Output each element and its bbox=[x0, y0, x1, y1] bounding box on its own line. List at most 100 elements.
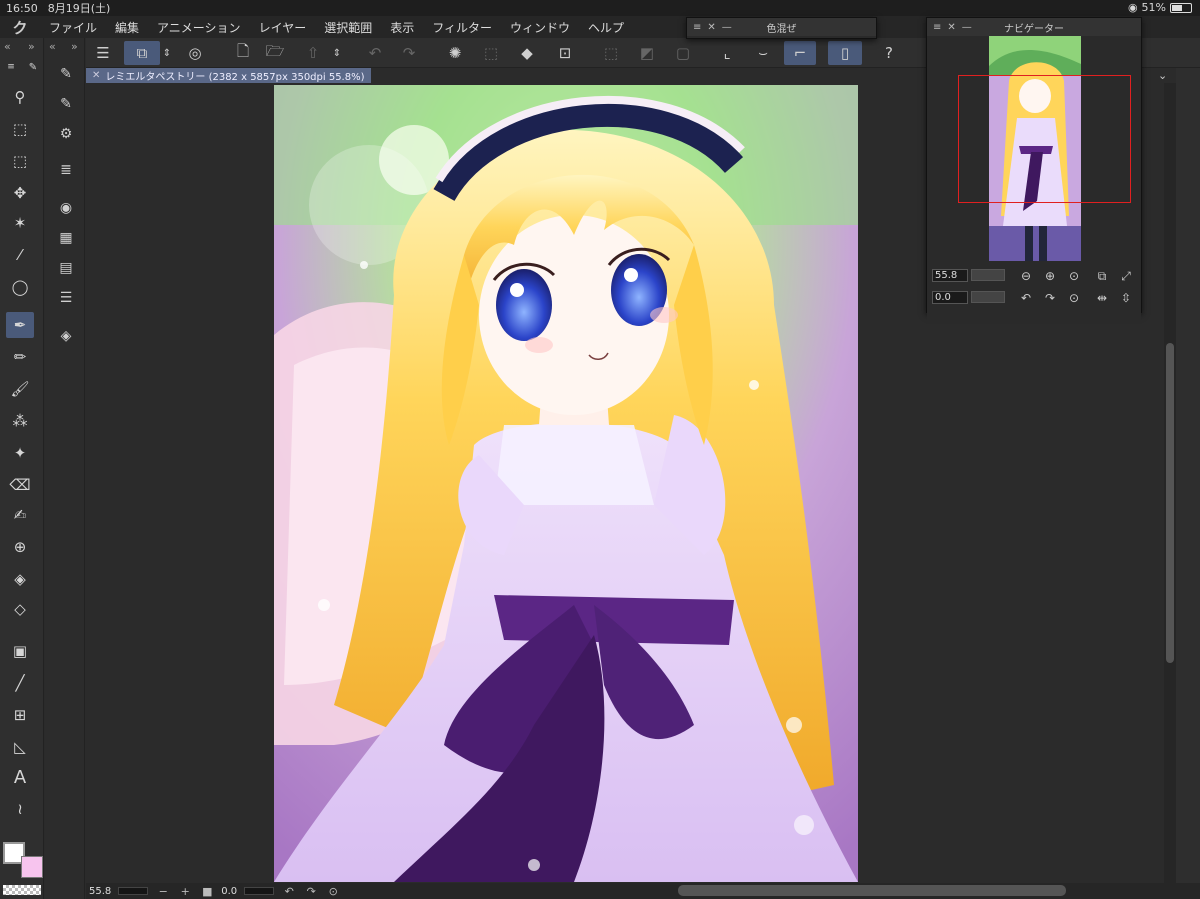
collapse-right-2-icon[interactable]: » bbox=[71, 40, 78, 53]
actual-size-icon[interactable]: ⊙ bbox=[1065, 268, 1083, 284]
animation-cels-icon[interactable]: ☰ bbox=[53, 286, 79, 310]
rotate-field[interactable]: 0.0 bbox=[218, 885, 240, 897]
panel-close-icon[interactable]: ✕ bbox=[707, 22, 715, 33]
help-icon[interactable]: ? bbox=[876, 41, 902, 65]
sub-color-swatch[interactable] bbox=[21, 856, 43, 878]
blend-icon[interactable]: ✍ bbox=[6, 502, 34, 528]
menu-file[interactable]: ファイル bbox=[40, 19, 106, 36]
eraser-icon[interactable]: ⌫ bbox=[6, 472, 34, 498]
nav-zoom-slider[interactable] bbox=[971, 269, 1005, 281]
rotate-right-nav-icon[interactable]: ↷ bbox=[1041, 290, 1059, 306]
fill-bucket-icon[interactable]: ◆ bbox=[514, 41, 540, 65]
ruler-icon[interactable]: ◺ bbox=[6, 734, 34, 760]
swirl-icon[interactable]: ◎ bbox=[182, 41, 208, 65]
fill-eraser-icon[interactable]: ◇ bbox=[6, 596, 34, 622]
horizontal-scroll-thumb[interactable] bbox=[678, 885, 1066, 896]
nav-menu-icon[interactable]: ≡ bbox=[933, 22, 941, 33]
fit-icon[interactable]: ■ bbox=[196, 885, 218, 898]
auto-select-icon[interactable]: ✶ bbox=[6, 210, 34, 236]
chevron-updown-2-icon[interactable]: ⇕ bbox=[330, 41, 344, 65]
zoom-in-button[interactable]: + bbox=[174, 885, 196, 898]
pen-icon[interactable]: ✒ bbox=[6, 312, 34, 338]
balloon-icon[interactable]: ≀ bbox=[6, 796, 34, 822]
layer-move-icon[interactable]: ⧉ bbox=[124, 41, 160, 65]
menu-filter[interactable]: フィルター bbox=[423, 19, 501, 36]
rotate-left-icon[interactable]: ↶ bbox=[278, 885, 300, 898]
move-icon[interactable]: ✥ bbox=[6, 180, 34, 206]
menu-layer[interactable]: レイヤー bbox=[250, 19, 316, 36]
rotate-left-nav-icon[interactable]: ↶ bbox=[1017, 290, 1035, 306]
color-circle-icon[interactable]: ◉ bbox=[53, 196, 79, 220]
redo-icon[interactable]: ↷ bbox=[396, 41, 422, 65]
zoom-in-icon[interactable]: ⊕ bbox=[1041, 268, 1059, 284]
transform-icon[interactable]: ⊡ bbox=[552, 41, 578, 65]
menu-animation[interactable]: アニメーション bbox=[148, 19, 250, 36]
clip-studio-logo-icon[interactable]: ク bbox=[0, 17, 40, 38]
chevron-down-icon[interactable]: ⌄ bbox=[1158, 69, 1167, 82]
brush-size-icon[interactable]: ✎ bbox=[53, 92, 79, 116]
transparent-color-swatch[interactable] bbox=[3, 885, 41, 895]
panel-minimize-icon[interactable]: — bbox=[722, 22, 732, 33]
collapse-right-icon[interactable]: » bbox=[28, 40, 35, 53]
collapse-left-icon[interactable]: « bbox=[4, 40, 11, 53]
snap-special-icon[interactable]: ⌣ bbox=[750, 41, 776, 65]
rotate-slider[interactable] bbox=[244, 887, 275, 895]
palette-menu-icon[interactable]: ≡ bbox=[2, 60, 20, 74]
snap-grid-icon[interactable]: ⌐ bbox=[784, 41, 816, 65]
crop-icon[interactable]: ▢ bbox=[670, 41, 696, 65]
eyedropper-icon[interactable]: ⁄ bbox=[6, 242, 34, 268]
edge-keyboard-icon[interactable]: ▯ bbox=[828, 41, 862, 65]
figure-icon[interactable]: ⊕ bbox=[6, 534, 34, 560]
nav-minimize-icon[interactable]: — bbox=[962, 22, 972, 33]
menu-icon[interactable]: ☰ bbox=[90, 41, 116, 65]
zoom-out-button[interactable]: − bbox=[152, 885, 174, 898]
color-mix-titlebar[interactable]: ≡ ✕ — 色混ぜ bbox=[687, 18, 876, 36]
reset-rotation-icon[interactable]: ⊙ bbox=[322, 885, 344, 898]
airbrush-icon[interactable]: ⁂ bbox=[6, 408, 34, 434]
fill-window-icon[interactable]: ⤢ bbox=[1117, 268, 1135, 284]
zoom-slider[interactable] bbox=[118, 887, 149, 895]
document-tab[interactable]: ✕ レミエルタペストリー (2382 x 5857px 350dpi 55.8%… bbox=[86, 68, 371, 83]
menu-selection[interactable]: 選択範囲 bbox=[315, 19, 381, 36]
layer-icon[interactable]: ◈ bbox=[53, 324, 79, 348]
operation-icon[interactable]: ⬚ bbox=[6, 116, 34, 142]
loading-icon[interactable]: ✺ bbox=[442, 41, 468, 65]
sub-tool-pen-icon[interactable]: ✎ bbox=[24, 60, 42, 74]
menu-help[interactable]: ヘルプ bbox=[579, 19, 633, 36]
chevron-updown-icon[interactable]: ⇕ bbox=[160, 41, 174, 65]
sub-tool-detail-icon[interactable]: ⚙ bbox=[53, 122, 79, 146]
frame-icon[interactable]: ⊞ bbox=[6, 702, 34, 728]
tool-property-icon[interactable]: ✎ bbox=[53, 62, 79, 86]
menu-view[interactable]: 表示 bbox=[381, 19, 423, 36]
reset-rotate-nav-icon[interactable]: ⊙ bbox=[1065, 290, 1083, 306]
new-file-icon[interactable]: 🗋 bbox=[230, 41, 256, 65]
close-tab-icon[interactable]: ✕ bbox=[92, 70, 100, 81]
decoration-icon[interactable]: ✦ bbox=[6, 440, 34, 466]
zoom-out-icon[interactable]: ⊖ bbox=[1017, 268, 1035, 284]
rotate-right-icon[interactable]: ↷ bbox=[300, 885, 322, 898]
nav-rotate-input[interactable]: 0.0 bbox=[932, 291, 968, 304]
vertical-scrollbar[interactable] bbox=[1164, 83, 1176, 883]
text-icon[interactable]: A bbox=[6, 764, 34, 790]
nav-rotate-slider[interactable] bbox=[971, 291, 1005, 303]
timeline-icon[interactable]: ▤ bbox=[53, 256, 79, 280]
menu-edit[interactable]: 編集 bbox=[106, 19, 148, 36]
gradient-icon[interactable]: ▣ bbox=[6, 638, 34, 664]
layer-property-icon[interactable]: ≣ bbox=[53, 158, 79, 182]
line-icon[interactable]: ╱ bbox=[6, 670, 34, 696]
undo-icon[interactable]: ↶ bbox=[362, 41, 388, 65]
collapse-left-2-icon[interactable]: « bbox=[49, 40, 56, 53]
open-folder-icon[interactable]: 🗁 bbox=[262, 41, 288, 65]
snap-ruler-icon[interactable]: ⌞ bbox=[714, 41, 740, 65]
panel-menu-icon[interactable]: ≡ bbox=[693, 22, 701, 33]
menu-window[interactable]: ウィンドウ bbox=[501, 19, 579, 36]
artwork-canvas[interactable] bbox=[274, 85, 858, 882]
fill-icon[interactable]: ◈ bbox=[6, 566, 34, 592]
nav-close-icon[interactable]: ✕ bbox=[947, 22, 955, 33]
deselect-icon[interactable]: ⬚ bbox=[598, 41, 624, 65]
navigator-titlebar[interactable]: ≡ ✕ — ナビゲーター bbox=[927, 18, 1141, 36]
vertical-scroll-thumb[interactable] bbox=[1166, 343, 1174, 663]
flip-vertical-icon[interactable]: ⇳ bbox=[1117, 290, 1135, 306]
brush-icon[interactable]: 🖌 bbox=[6, 376, 34, 402]
pencil-icon[interactable]: ✏ bbox=[6, 344, 34, 370]
